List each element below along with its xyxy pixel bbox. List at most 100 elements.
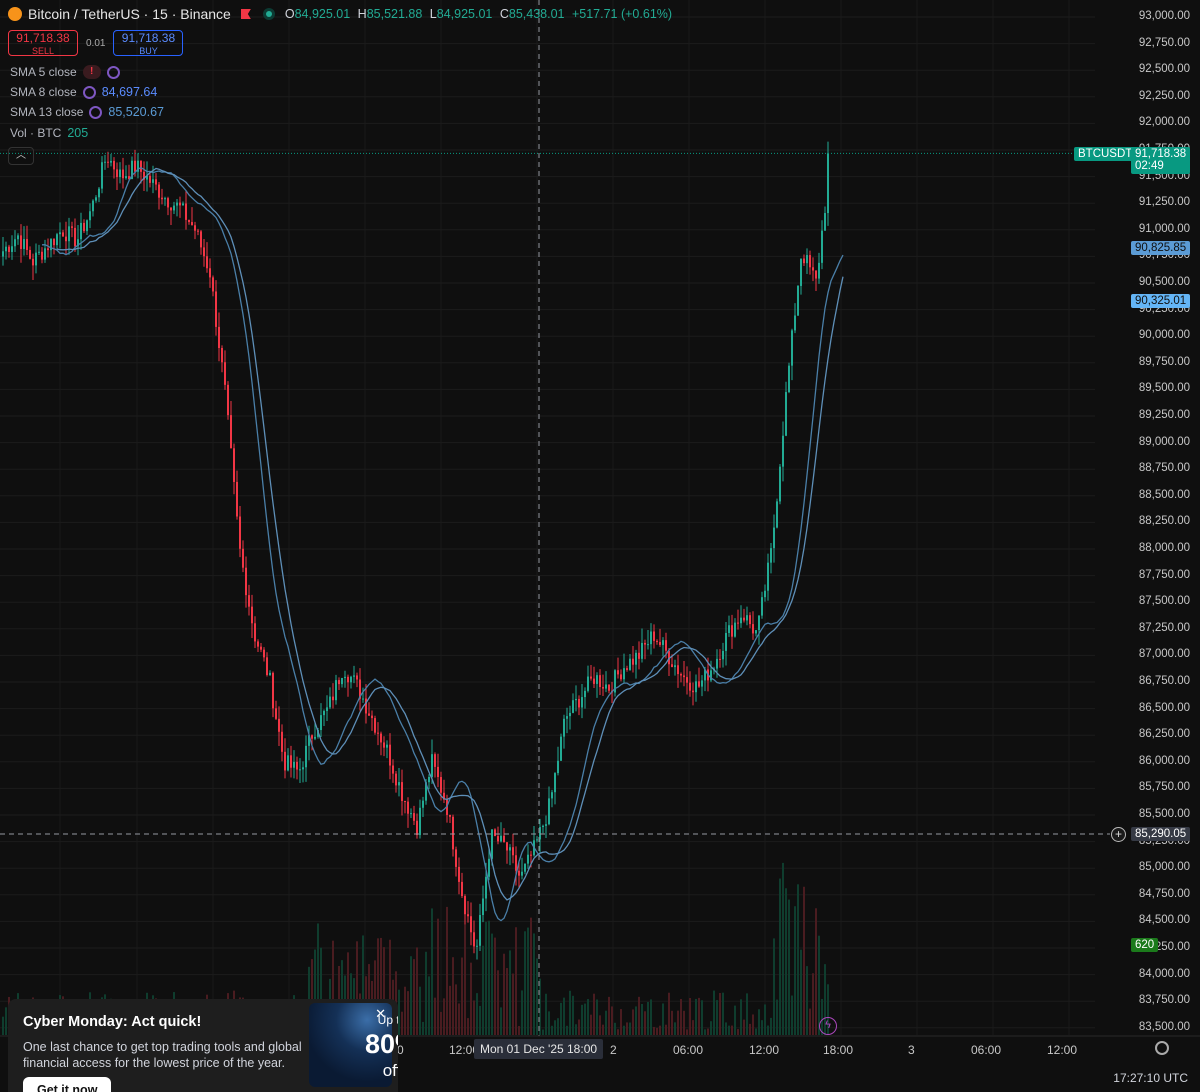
candle-body [152, 179, 154, 183]
candle-body [638, 652, 640, 659]
volume-bar [671, 1010, 673, 1035]
volume-bar [488, 920, 490, 1035]
candle-body [191, 222, 193, 226]
indicator-sma5[interactable]: SMA 5 close ! [10, 65, 120, 79]
buy-button[interactable]: 91,718.38 BUY [113, 30, 184, 56]
candle-body [113, 160, 115, 170]
candle-body [728, 625, 730, 633]
candle-body [341, 677, 343, 685]
candle-body [35, 252, 37, 266]
symbol-title[interactable]: Bitcoin / TetherUS · 15 · Binance [28, 6, 231, 22]
volume-bar [569, 990, 571, 1035]
candle-body [731, 625, 733, 637]
candle-body [356, 675, 358, 680]
close-icon[interactable]: ✕ [375, 1006, 386, 1022]
volume-bar [800, 949, 802, 1035]
volume-bar [647, 1001, 649, 1035]
candle-body [236, 481, 238, 517]
candle-body [827, 153, 829, 214]
chevron-up-icon[interactable]: ︿ [8, 147, 34, 165]
price-label: 92,000.00 [1138, 116, 1190, 129]
volume-bar [638, 996, 640, 1035]
price-label: 89,000.00 [1138, 435, 1190, 448]
volume-bar [422, 1021, 424, 1035]
price-chart[interactable] [0, 0, 1200, 1092]
indicator-volume[interactable]: Vol · BTC 205 [10, 126, 88, 140]
volume-bar [407, 991, 409, 1035]
candle-body [734, 622, 736, 637]
promo-badge[interactable]: Up to 80% off ✕ [309, 1003, 398, 1087]
gear-icon[interactable] [1155, 1041, 1169, 1055]
lightning-icon[interactable]: ϟ [819, 1017, 837, 1035]
volume-bar [737, 1029, 739, 1035]
popup-title: Cyber Monday: Act quick! [23, 1014, 202, 1030]
flag-icon[interactable] [240, 9, 251, 19]
volume-bar [665, 1024, 667, 1035]
volume-bar [587, 999, 589, 1035]
volume-bar [443, 998, 445, 1035]
price-label: 88,000.00 [1138, 542, 1190, 554]
indicator-sma13[interactable]: SMA 13 close 85,520.67 [10, 105, 164, 119]
volume-bar [812, 973, 814, 1035]
candle-body [458, 866, 460, 882]
candle-body [695, 681, 697, 693]
candle-body [89, 211, 91, 221]
time-label: 3 [908, 1043, 915, 1057]
volume-bar [767, 1025, 769, 1035]
volume-bar [755, 1028, 757, 1035]
candle-body [569, 712, 571, 717]
candle-body [575, 698, 577, 701]
bitcoin-logo-icon [8, 7, 22, 21]
utc-clock[interactable]: 17:27:10 UTC [1113, 1071, 1188, 1085]
candle-body [65, 236, 67, 242]
candle-body [494, 829, 496, 837]
candle-body [281, 731, 283, 752]
candle-body [527, 854, 529, 864]
volume-bar [629, 1022, 631, 1035]
candle-body [566, 716, 568, 719]
price-label: 89,750.00 [1138, 355, 1190, 368]
candle-body [200, 231, 202, 248]
time-label: 18:00 [823, 1043, 854, 1057]
candle-body [320, 715, 322, 731]
candle-body [173, 205, 175, 211]
warning-icon[interactable]: ! [82, 65, 101, 79]
candle-body [290, 755, 292, 768]
volume-bar [656, 1027, 658, 1035]
volume-bar [716, 1000, 718, 1035]
candle-body [644, 642, 646, 645]
volume-bar [773, 938, 775, 1035]
candle-body [335, 680, 337, 701]
crosshair-price-tag: 85,290.05 [1131, 827, 1191, 841]
candle-body [338, 680, 340, 685]
time-label: 06:00 [673, 1043, 704, 1057]
candle-body [203, 247, 205, 257]
candle-body [323, 710, 325, 716]
volume-bar [662, 1003, 664, 1035]
price-label: 84,500.00 [1138, 914, 1190, 927]
candle-body [158, 184, 160, 198]
sell-button[interactable]: 91,718.38 SELL [8, 30, 78, 56]
indicator-sma8[interactable]: SMA 8 close 84,697.64 [10, 85, 157, 99]
candle-body [482, 898, 484, 916]
candle-body [371, 715, 373, 719]
candle-body [779, 466, 781, 502]
price-label: 87,500.00 [1138, 595, 1190, 608]
candle-body [182, 203, 184, 206]
volume-bar [749, 1023, 751, 1035]
get-it-now-button[interactable]: Get it now [23, 1077, 112, 1092]
candle-body [155, 179, 157, 185]
volume-bar [467, 1018, 469, 1035]
volume-bar [782, 862, 784, 1035]
candle-body [578, 698, 580, 708]
candle-body [5, 246, 7, 252]
candle-body [431, 754, 433, 777]
volume-bar [470, 962, 472, 1035]
volume-bar [746, 993, 748, 1035]
volume-bar [572, 995, 574, 1035]
volume-bar [794, 906, 796, 1035]
candle-body [596, 675, 598, 684]
volume-bar [425, 951, 427, 1035]
volume-bar [815, 908, 817, 1035]
plus-icon[interactable]: + [1111, 827, 1126, 842]
